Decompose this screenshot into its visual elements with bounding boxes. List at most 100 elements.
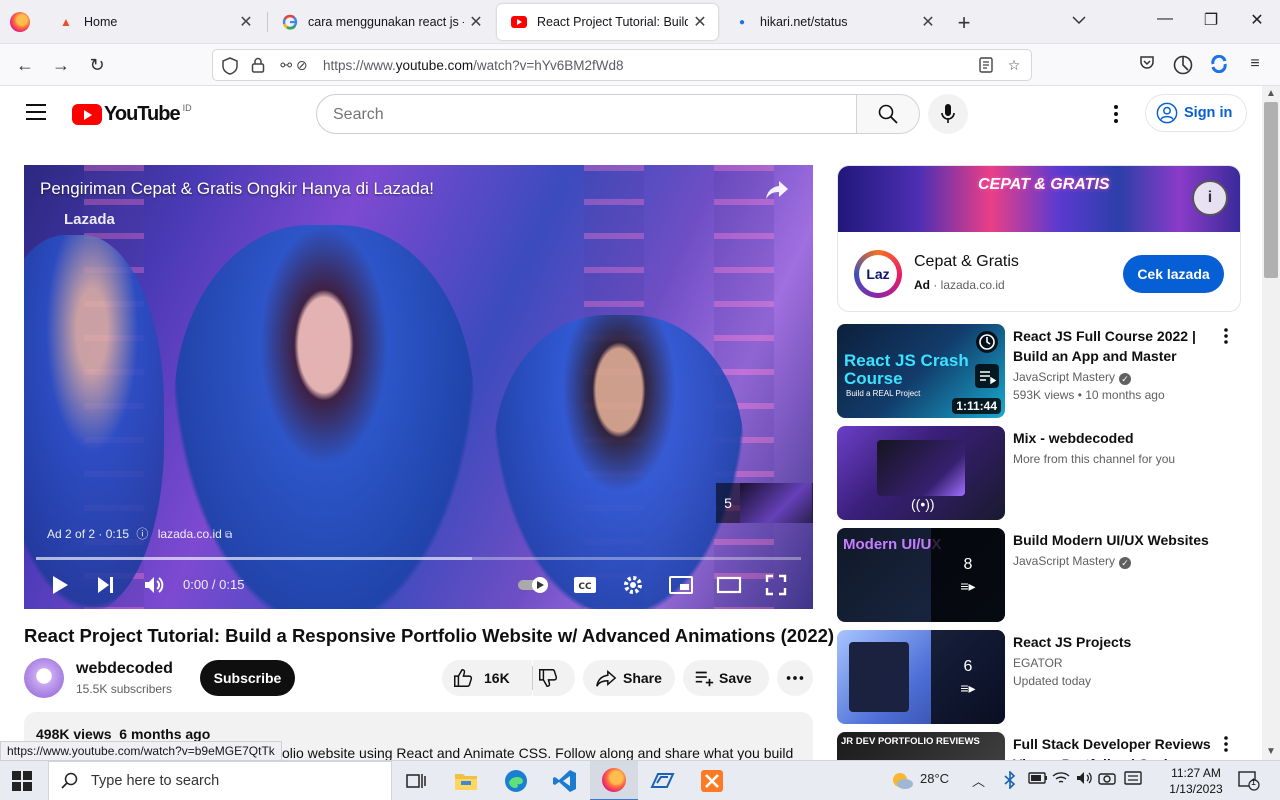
recommendation-item[interactable]: 6 ≡▸ React JS Projects EGATOR Updated to… xyxy=(837,630,1247,724)
ad-domain-link[interactable]: lazada.co.id xyxy=(158,527,222,541)
ad-banner-image[interactable]: CEPAT & GRATIS i xyxy=(838,166,1240,232)
shield-icon[interactable] xyxy=(221,57,239,75)
action-menu-icon[interactable] xyxy=(1221,326,1231,346)
search-input[interactable]: Search xyxy=(316,94,858,134)
recommendation-item[interactable]: ((•)) Mix - webdecoded More from this ch… xyxy=(837,426,1247,520)
playlist-title[interactable]: Build Modern UI/UX Websites xyxy=(1013,530,1223,550)
subscribe-button[interactable]: Subscribe xyxy=(200,660,295,696)
tab-react-tutorial[interactable]: React Project Tutorial: Build a Re ✕ xyxy=(497,4,718,40)
fullscreen-icon[interactable] xyxy=(764,573,788,597)
voice-search-button[interactable] xyxy=(928,94,968,134)
sign-in-button[interactable]: Sign in xyxy=(1145,94,1247,132)
network-icon[interactable] xyxy=(1052,771,1070,788)
mix-thumbnail[interactable]: ((•)) xyxy=(837,426,1005,520)
like-button[interactable]: 16K xyxy=(442,660,532,696)
ad-cta-button[interactable]: Cek lazada xyxy=(1123,255,1224,293)
volume-icon[interactable] xyxy=(1076,771,1094,788)
vscode-icon[interactable] xyxy=(541,761,589,800)
scrollbar-thumb[interactable] xyxy=(1264,102,1278,278)
recommendation-item[interactable]: React JS Crash Course Build a REAL Proje… xyxy=(837,324,1247,418)
scroll-up-icon[interactable]: ▲ xyxy=(1266,88,1276,99)
autoplay-toggle[interactable] xyxy=(516,573,552,597)
ad-info-icon[interactable]: i xyxy=(1192,180,1228,216)
progress-bar[interactable] xyxy=(36,557,801,560)
captions-icon[interactable]: CC xyxy=(572,573,598,597)
close-window-icon[interactable]: ✕ xyxy=(1242,10,1272,30)
reader-view-icon[interactable] xyxy=(977,57,995,75)
share-arrow-icon[interactable] xyxy=(764,177,790,203)
tab-google-search[interactable]: cara menggunakan react js - Pe ✕ xyxy=(268,0,494,44)
watch-later-icon[interactable] xyxy=(975,330,999,354)
channel-avatar[interactable] xyxy=(24,658,64,698)
add-to-queue-icon[interactable] xyxy=(975,364,999,388)
recommendation-item[interactable]: Modern UI/UX 8 ≡▸ Build Modern UI/UX Web… xyxy=(837,528,1247,622)
remote-desktop-icon[interactable] xyxy=(638,761,686,800)
scroll-down-icon[interactable]: ▼ xyxy=(1266,746,1276,757)
list-all-tabs-icon[interactable] xyxy=(1072,12,1086,28)
sidebar-ad-card[interactable]: CEPAT & GRATIS i Laz Cepat & Gratis Ad ·… xyxy=(837,165,1241,312)
windows-start-icon[interactable] xyxy=(12,771,32,791)
minimize-icon[interactable]: — xyxy=(1150,10,1180,28)
taskbar-search-box[interactable]: Type here to search xyxy=(48,761,392,800)
recommendation-item[interactable]: JR DEV PORTFOLIO REVIEWS Full Stack Deve… xyxy=(837,732,1247,760)
search-button[interactable] xyxy=(856,94,920,134)
youtube-logo[interactable]: YouTube ID xyxy=(72,103,192,126)
camera-icon[interactable] xyxy=(1098,771,1116,788)
xampp-icon[interactable] xyxy=(688,761,736,800)
pocket-icon[interactable] xyxy=(1136,55,1158,76)
skip-ad-preview[interactable]: 5 xyxy=(716,483,813,523)
share-button[interactable]: Share xyxy=(583,660,675,696)
back-icon[interactable]: ← xyxy=(14,54,36,76)
forward-icon[interactable]: → xyxy=(50,54,72,76)
file-explorer-icon[interactable] xyxy=(442,761,490,800)
save-button[interactable]: Save xyxy=(683,660,769,696)
settings-kebab-icon[interactable] xyxy=(1106,102,1126,126)
new-tab-button[interactable]: + xyxy=(952,10,976,36)
ad-title[interactable]: Pengiriman Cepat & Gratis Ongkir Hanya d… xyxy=(40,179,434,199)
battery-icon[interactable] xyxy=(1028,771,1048,788)
video-thumbnail[interactable]: JR DEV PORTFOLIO REVIEWS xyxy=(837,732,1005,760)
edge-icon[interactable] xyxy=(492,761,540,800)
more-actions-button[interactable] xyxy=(777,660,813,696)
lock-icon[interactable] xyxy=(249,57,267,75)
url-text[interactable]: https://www.youtube.com/watch?v=hYv6BM2f… xyxy=(323,58,624,73)
task-view-icon[interactable] xyxy=(392,761,440,800)
app-menu-icon[interactable]: ≡ xyxy=(1244,55,1266,73)
tab-home[interactable]: ▲ Home ✕ xyxy=(44,0,264,44)
play-icon[interactable] xyxy=(48,573,72,597)
page-scrollbar[interactable]: ▲ ▼ xyxy=(1262,86,1280,760)
playlist-title[interactable]: React JS Projects xyxy=(1013,632,1223,652)
close-tab-icon[interactable]: ✕ xyxy=(234,12,258,32)
theater-mode-icon[interactable] xyxy=(716,573,742,597)
action-menu-icon[interactable] xyxy=(1221,734,1231,754)
account-icon[interactable] xyxy=(1172,55,1194,80)
taskbar-clock[interactable]: 11:27 AM 1/13/2023 xyxy=(1156,765,1236,797)
close-tab-icon[interactable]: ✕ xyxy=(688,12,712,32)
firefox-menu-icon[interactable] xyxy=(10,12,30,32)
miniplayer-icon[interactable] xyxy=(668,573,694,597)
address-bar[interactable]: ⚯ ⊘ https://www.youtube.com/watch?v=hYv6… xyxy=(212,49,1032,81)
video-player[interactable]: Pengiriman Cepat & Gratis Ongkir Hanya d… xyxy=(24,165,813,609)
settings-gear-icon[interactable] xyxy=(621,573,645,597)
extension-icon[interactable] xyxy=(1208,54,1230,78)
close-tab-icon[interactable]: ✕ xyxy=(464,12,488,32)
video-thumbnail[interactable]: React JS Crash Course Build a REAL Proje… xyxy=(837,324,1005,418)
permissions-icon[interactable]: ⚯ ⊘ xyxy=(275,57,313,75)
reload-icon[interactable]: ↻ xyxy=(86,54,108,76)
show-hidden-icons-icon[interactable]: ︿ xyxy=(972,771,985,790)
notification-center-icon[interactable]: 1 xyxy=(1238,771,1260,791)
next-icon[interactable] xyxy=(94,573,118,597)
playlist-thumbnail[interactable]: 6 ≡▸ xyxy=(837,630,1005,724)
close-tab-icon[interactable]: ✕ xyxy=(916,12,940,32)
tab-hikari-status[interactable]: ● hikari.net/status ✕ xyxy=(720,0,946,44)
ad-headline[interactable]: Cepat & Gratis xyxy=(914,253,1019,271)
video-title[interactable]: Mix - webdecoded xyxy=(1013,428,1223,448)
firefox-taskbar-icon[interactable] xyxy=(590,761,638,800)
video-title[interactable]: Full Stack Developer Reviews Viewer Port… xyxy=(1013,734,1223,760)
guide-menu-icon[interactable] xyxy=(26,104,46,120)
volume-icon[interactable] xyxy=(142,573,166,597)
bluetooth-icon[interactable] xyxy=(1004,770,1016,792)
channel-name[interactable]: webdecoded xyxy=(76,660,173,678)
info-icon[interactable]: ⓘ xyxy=(136,527,148,541)
lazada-logo[interactable]: Laz xyxy=(854,250,902,298)
